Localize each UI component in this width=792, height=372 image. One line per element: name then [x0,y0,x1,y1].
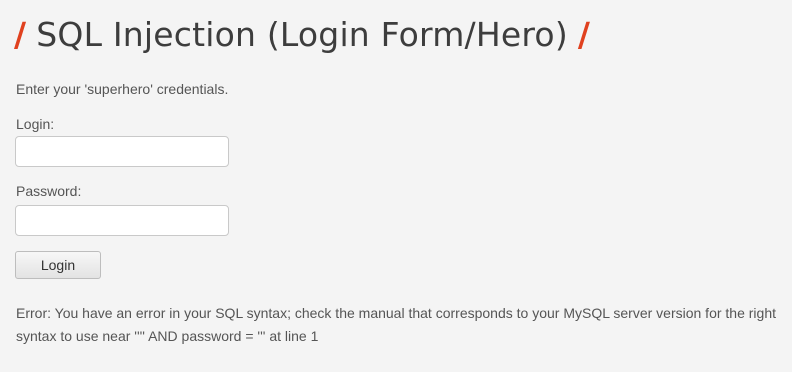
password-label: Password: [16,183,82,199]
title-slash-right: / [577,15,591,54]
page-title-text: SQL Injection (Login Form/Hero) [36,15,568,54]
password-input[interactable] [15,205,229,236]
login-button[interactable]: Login [15,251,101,279]
login-label: Login: [16,116,55,132]
login-input[interactable] [15,136,229,167]
page-title: / SQL Injection (Login Form/Hero) / [14,12,590,58]
error-message: Error: You have an error in your SQL syn… [16,305,776,344]
title-slash-left: / [14,15,27,54]
intro-text: Enter your 'superhero' credentials. [16,81,229,97]
